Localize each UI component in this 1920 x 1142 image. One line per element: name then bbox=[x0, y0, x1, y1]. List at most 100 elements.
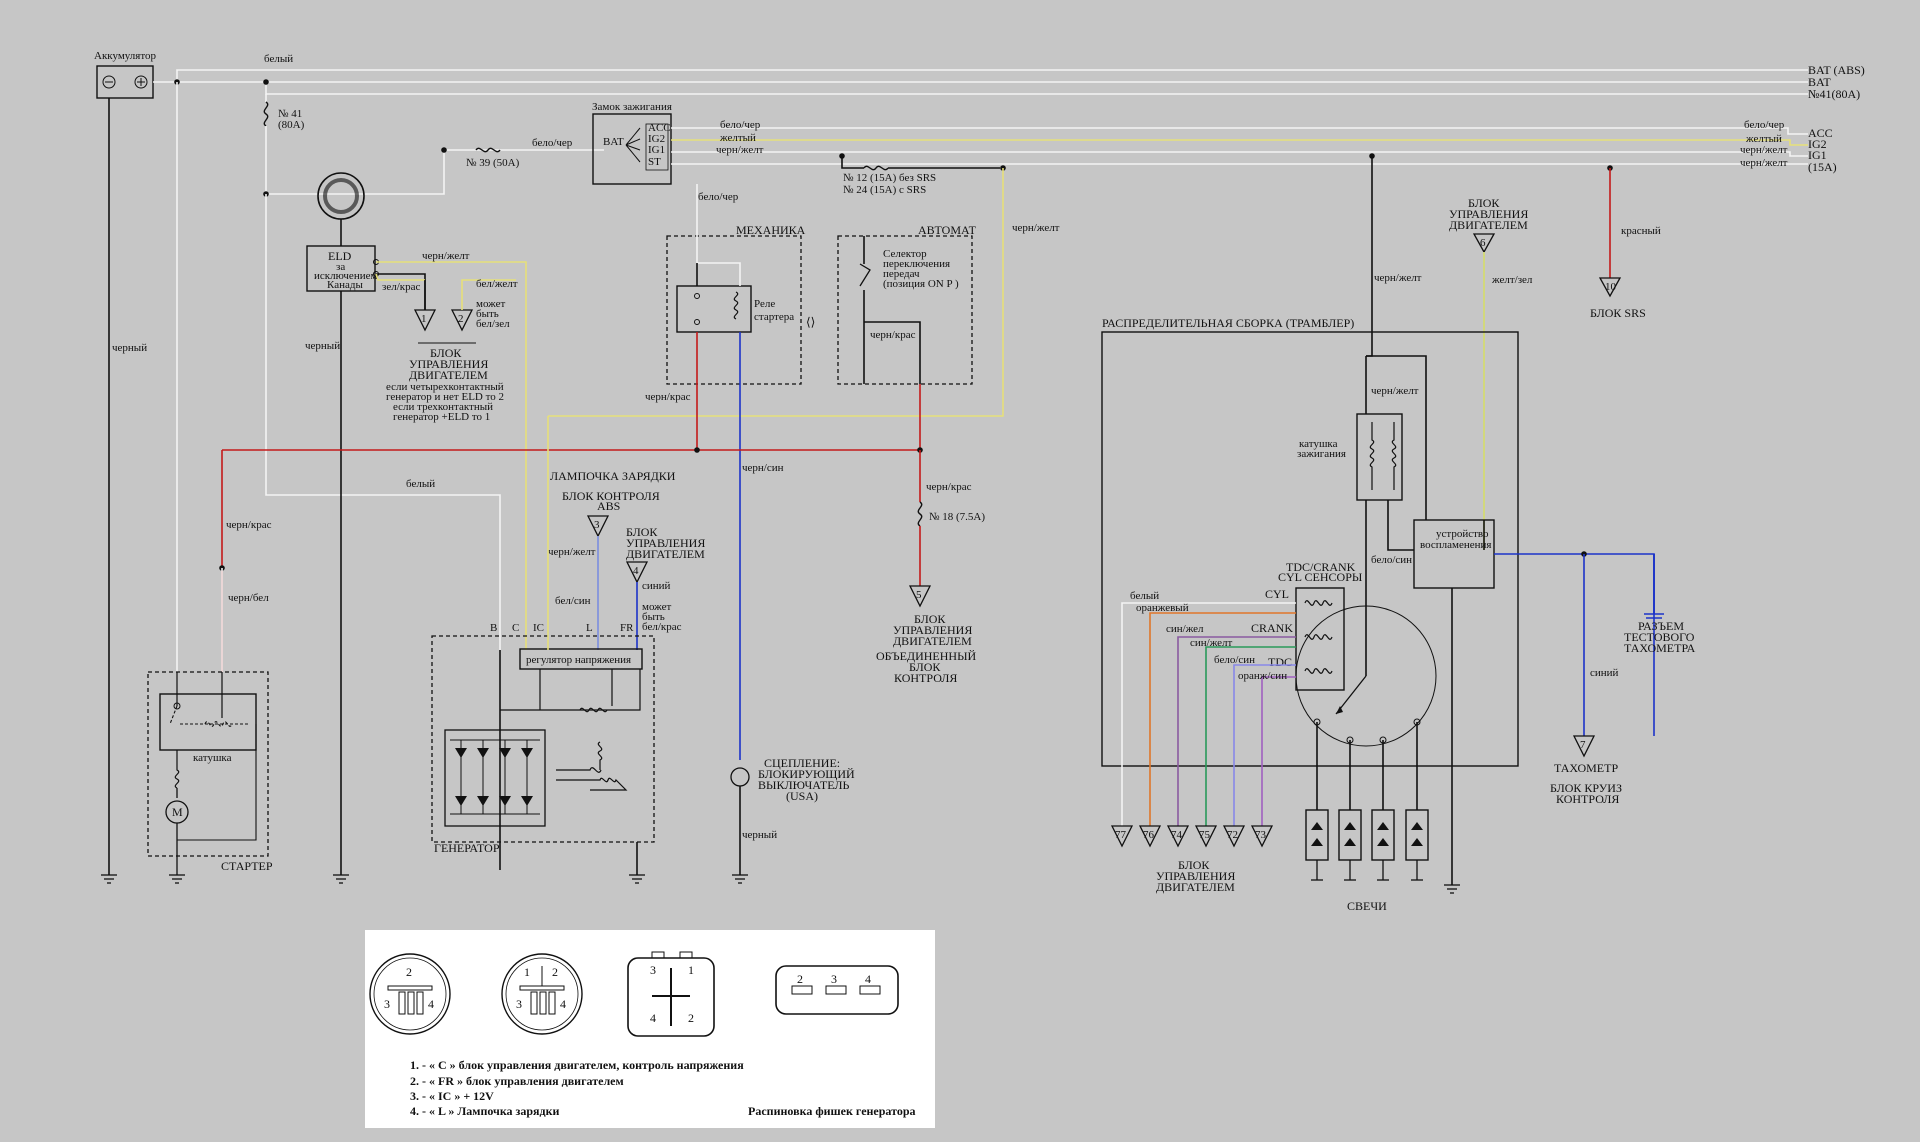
c1-pin-4: 4 bbox=[428, 997, 434, 1011]
wire-blk-yel-coil: черн/желт bbox=[1371, 385, 1419, 397]
fuse18-label: № 18 (7.5A) bbox=[929, 511, 985, 523]
wire-wht-blk-ign: бело/чер bbox=[698, 191, 739, 203]
sensor-tdc: TDC bbox=[1268, 655, 1292, 669]
wire-blue-label: синий bbox=[642, 580, 671, 592]
ign-pin-st: ST bbox=[648, 156, 661, 168]
relay-label-1: Реле bbox=[754, 298, 775, 310]
wire-blk-red-starter: черн/крас bbox=[226, 519, 272, 531]
wire-blu-wht: син/жел bbox=[1166, 623, 1204, 635]
wire-grn-red: зел/крас bbox=[382, 281, 420, 293]
legend-2: 2. - « FR » блок управления двигателем bbox=[410, 1074, 624, 1088]
mechanics-box bbox=[666, 235, 802, 385]
ign-pin-bat: BAT bbox=[603, 136, 624, 148]
ignition-label: Замок зажигания bbox=[592, 101, 672, 113]
gen-pin-c: C bbox=[512, 622, 519, 634]
clutch-switch bbox=[730, 767, 750, 787]
wire-wht-blk-label: бело/чер bbox=[532, 137, 573, 149]
wire-blk-blu: черн/син bbox=[742, 462, 784, 474]
ign-pin-ig1: IG1 bbox=[648, 144, 665, 156]
ecu1-note-3: бел/зел bbox=[476, 318, 510, 330]
wire-blk-wht: черн/бел bbox=[228, 592, 269, 604]
wire-yel-grn: желт/зел bbox=[1491, 274, 1533, 286]
ecu-pin-77: 77 bbox=[1115, 829, 1127, 841]
wire-blk-yel-lamp: черн/желт bbox=[548, 546, 596, 558]
wire-blue-tach: синий bbox=[1590, 667, 1619, 679]
solenoid bbox=[159, 693, 257, 751]
tach-pin: 7 bbox=[1580, 739, 1586, 751]
starter-relay bbox=[676, 285, 752, 333]
gen-pin-b: B bbox=[490, 622, 497, 634]
fuse12-label: № 12 (15A) без SRS bbox=[843, 172, 936, 184]
motor-label: M bbox=[172, 805, 183, 819]
wire-15a-right: черн/желт bbox=[1740, 157, 1788, 169]
fuse-18 bbox=[917, 501, 923, 527]
wire-acc-label: бело/чер bbox=[720, 119, 761, 131]
ecu-pin-73: 73 bbox=[1255, 829, 1267, 841]
wire-blk-yel-3: черн/желт bbox=[1012, 222, 1060, 234]
bus-15a: (15A) bbox=[1808, 160, 1837, 174]
gen-pin-fr: FR bbox=[620, 622, 634, 634]
wire-white-label-2: белый bbox=[406, 478, 435, 490]
ecu5-title-3: ДВИГАТЕЛЕМ bbox=[893, 634, 972, 648]
svg-text:⟨⟩: ⟨⟩ bbox=[806, 315, 815, 329]
wire-white-label: белый bbox=[264, 53, 293, 65]
c2-pin-2: 2 bbox=[552, 965, 558, 979]
relay-label-2: стартера bbox=[754, 311, 794, 323]
distributor-label: РАСПРЕДЕЛИТЕЛЬНАЯ СБОРКА (ТРАМБЛЕР) bbox=[1102, 316, 1354, 330]
ecu1-pin-1: 1 bbox=[421, 313, 427, 325]
automatic-label: АВТОМАТ bbox=[918, 223, 977, 237]
wire-black-label-2: черный bbox=[305, 340, 340, 352]
gen-pin-l: L bbox=[586, 622, 593, 634]
wire-red-label: красный bbox=[1621, 225, 1661, 237]
c3-pin-3: 3 bbox=[650, 963, 656, 977]
plugs-label: СВЕЧИ bbox=[1347, 899, 1387, 913]
ecu-pin-72: 72 bbox=[1227, 829, 1238, 841]
ecu1-title-3: ДВИГАТЕЛЕМ bbox=[409, 368, 488, 382]
wire-blk-red-f18: черн/крас bbox=[926, 481, 972, 493]
abs-title-2: ABS bbox=[597, 499, 620, 513]
ecu4-title-3: ДВИГАТЕЛЕМ bbox=[626, 547, 705, 561]
ecu-pins-bottom bbox=[1110, 825, 1274, 848]
ecu4-pin: 4 bbox=[633, 565, 639, 577]
c1-pin-2: 2 bbox=[406, 965, 412, 979]
wire-black-label-3: черный bbox=[742, 829, 777, 841]
cruise-block-2: КОНТРОЛЯ bbox=[1556, 792, 1619, 806]
c2-pin-4: 4 bbox=[560, 997, 566, 1011]
gen-pin-ic: IC bbox=[533, 622, 544, 634]
c1-pin-3: 3 bbox=[384, 997, 390, 1011]
right-bus-labels: BAT (ABS) BAT №41(80A) ACC IG2 IG1 (15A) bbox=[1808, 63, 1865, 174]
wire-acc-right: бело/чер bbox=[1744, 119, 1785, 131]
fuse39-label: № 39 (50A) bbox=[466, 157, 520, 169]
ground-1 bbox=[101, 874, 117, 884]
wire-blu-blk: бело/син bbox=[1371, 554, 1412, 566]
ecu6-title-3: ДВИГАТЕЛЕМ bbox=[1449, 218, 1528, 232]
charge-lamp-label: ЛАМПОЧКА ЗАРЯДКИ bbox=[550, 469, 676, 483]
c2-pin-1: 1 bbox=[524, 965, 530, 979]
c2-pin-3: 3 bbox=[516, 997, 522, 1011]
fuse24-label: № 24 (15A) с SRS bbox=[843, 184, 926, 196]
igniter-label-2: воспламенения bbox=[1420, 539, 1491, 551]
wire-blk-red-mech: черн/крас bbox=[645, 391, 691, 403]
test-conn-3: ТАХОМЕТРА bbox=[1624, 641, 1696, 655]
tach-label: ТАХОМЕТР bbox=[1554, 761, 1618, 775]
starter-label: СТАРТЕР bbox=[221, 859, 273, 873]
legend-3: 3. - « IC » + 12V bbox=[410, 1089, 494, 1103]
abs-pin: 3 bbox=[594, 519, 600, 531]
ecu-pin-75: 75 bbox=[1199, 829, 1211, 841]
generator-label: ГЕНЕРАТОР bbox=[434, 841, 500, 855]
c4-pin-4: 4 bbox=[865, 972, 871, 986]
fuse-41 bbox=[263, 101, 269, 127]
c3-pin-4: 4 bbox=[650, 1011, 656, 1025]
ecu-pin-76: 76 bbox=[1143, 829, 1155, 841]
battery-label: Аккумулятор bbox=[94, 50, 157, 62]
wiring-diagram: Аккумулятор белый BAT (ABS) BAT №41(80A)… bbox=[94, 50, 1865, 1128]
legend-1: 1. - « C » блок управления двигателем, к… bbox=[410, 1058, 744, 1072]
srs-label: БЛОК SRS bbox=[1590, 306, 1646, 320]
c4-pin-2: 2 bbox=[797, 972, 803, 986]
wire-wht-blu: бел/син bbox=[555, 595, 591, 607]
wire-blk-red-auto: черн/крас bbox=[870, 329, 916, 341]
wire-ig2-label: желтый bbox=[719, 132, 756, 144]
generator-box bbox=[431, 635, 655, 843]
wire-black-label-1: черный bbox=[112, 342, 147, 354]
fuse-12 bbox=[863, 165, 889, 171]
